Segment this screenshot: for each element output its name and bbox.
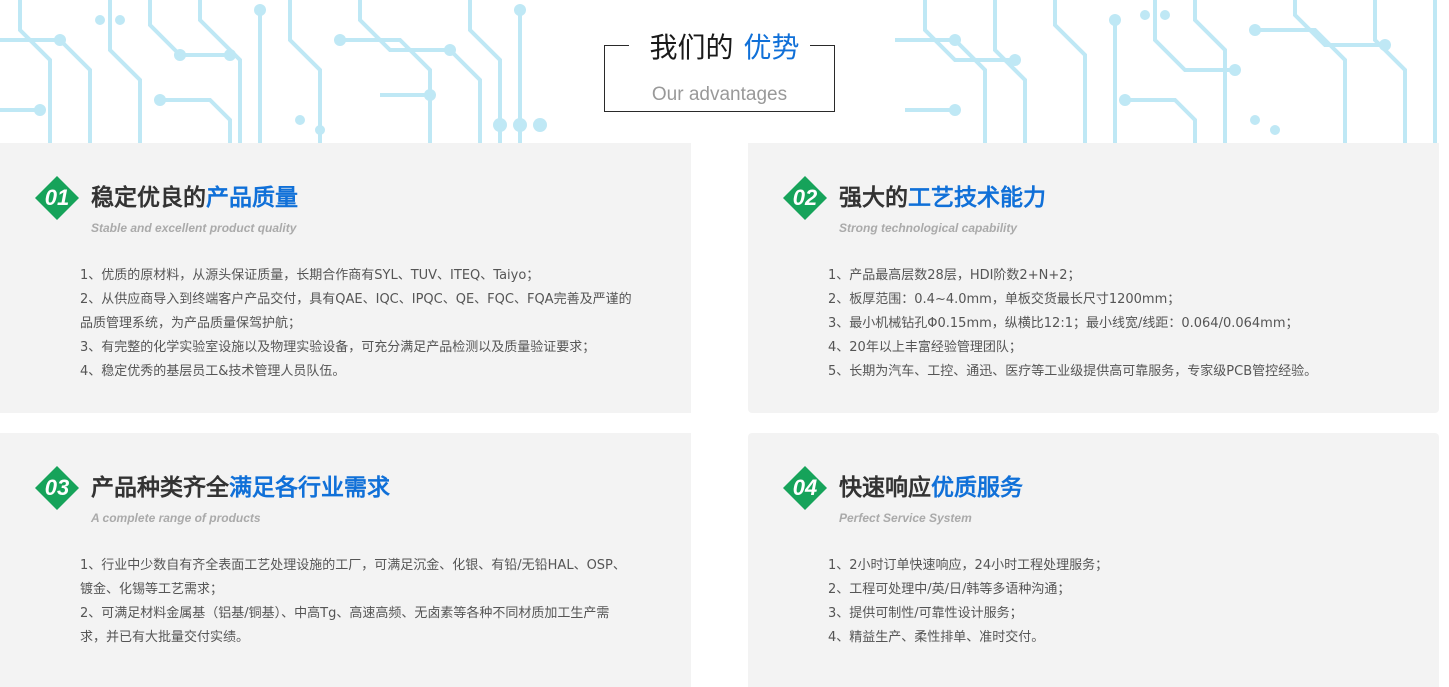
list-item: 4、20年以上丰富经验管理团队；: [828, 340, 1022, 355]
section-title-prefix: 我们的: [639, 31, 744, 64]
card-title: 强大的工艺技术能力: [839, 183, 1046, 213]
list-item: 2、从供应商导入到终端客户产品交付，具有QAE、IQC、IPQC、QE、FQC、…: [80, 292, 632, 307]
circuit-pattern-left: [0, 0, 547, 145]
list-item: 4、稳定优秀的基层员工&技术管理人员队伍。: [80, 364, 346, 379]
card-subtitle: A complete range of products: [91, 511, 261, 525]
badge-number: 02: [792, 185, 818, 210]
card-item-list: 1、行业中少数自有齐全表面工艺处理设施的工厂，可满足沉金、化银、有铅/无铅HAL…: [80, 554, 680, 650]
number-badge: 03: [35, 466, 79, 510]
card-subtitle: Strong technological capability: [839, 221, 1018, 235]
card-title-text: 强大的: [839, 185, 908, 211]
card-subtitle: Stable and excellent product quality: [91, 221, 297, 235]
list-item: 1、2小时订单快速响应，24小时工程处理服务；: [828, 558, 1109, 573]
advantage-card-product-range: 03 产品种类齐全满足各行业需求 A complete range of pro…: [0, 433, 691, 687]
badge-number: 03: [44, 475, 70, 500]
card-title-highlight: 优质服务: [931, 475, 1023, 501]
circuit-pattern-right: [895, 0, 1437, 145]
list-item: 镀金、化锡等工艺需求；: [80, 582, 224, 597]
card-title-highlight: 产品质量: [206, 185, 298, 211]
card-title-highlight: 满足各行业需求: [229, 475, 390, 501]
list-item: 求，并已有大批量交付实绩。: [80, 630, 250, 645]
card-title-text: 产品种类齐全: [91, 475, 229, 501]
advantage-card-technology: 02 强大的工艺技术能力 Strong technological capabi…: [748, 143, 1439, 413]
number-badge: 04: [783, 466, 827, 510]
section-subtitle: Our advantages: [651, 84, 788, 105]
advantage-card-quality: 01 稳定优良的产品质量 Stable and excellent produc…: [0, 143, 691, 413]
list-item: 2、工程可处理中/英/日/韩等多语种沟通；: [828, 582, 1071, 597]
list-item: 2、可满足材料金属基（铝基/铜基）、中高Tg、高速高频、无卤素等各种不同材质加工…: [80, 606, 610, 621]
card-title-text: 稳定优良的: [91, 185, 206, 211]
card-title-highlight: 工艺技术能力: [908, 185, 1046, 211]
list-item: 品质管理系统，为产品质量保驾护航；: [80, 316, 302, 331]
card-title: 快速响应优质服务: [839, 473, 1023, 503]
list-item: 1、行业中少数自有齐全表面工艺处理设施的工厂，可满足沉金、化银、有铅/无铅HAL…: [80, 558, 626, 573]
section-title-highlight: 优势: [743, 31, 800, 64]
list-item: 1、优质的原材料，从源头保证质量，长期合作商有SYL、TUV、ITEQ、Taiy…: [80, 268, 540, 283]
section-title: 我们的 优势: [605, 30, 834, 66]
badge-number: 04: [792, 475, 818, 500]
card-title: 产品种类齐全满足各行业需求: [91, 473, 390, 503]
number-badge: 01: [35, 176, 79, 220]
list-item: 3、提供可制性/可靠性设计服务；: [828, 606, 1023, 621]
card-title: 稳定优良的产品质量: [91, 183, 298, 213]
section-heading-box: 我们的 优势 Our advantages: [604, 31, 835, 112]
card-item-list: 1、2小时订单快速响应，24小时工程处理服务； 2、工程可处理中/英/日/韩等多…: [828, 554, 1428, 650]
card-item-list: 1、优质的原材料，从源头保证质量，长期合作商有SYL、TUV、ITEQ、Taiy…: [80, 264, 680, 384]
list-item: 3、最小机械钻孔Φ0.15mm，纵横比12:1；最小线宽/线距：0.064/0.…: [828, 316, 1299, 331]
list-item: 1、产品最高层数28层，HDI阶数2+N+2；: [828, 268, 1081, 283]
list-item: 4、精益生产、柔性排单、准时交付。: [828, 630, 1045, 645]
card-title-text: 快速响应: [839, 475, 931, 501]
list-item: 2、板厚范围：0.4~4.0mm，单板交货最长尺寸1200mm；: [828, 292, 1181, 307]
card-item-list: 1、产品最高层数28层，HDI阶数2+N+2； 2、板厚范围：0.4~4.0mm…: [828, 264, 1428, 384]
badge-number: 01: [44, 185, 70, 210]
card-subtitle: Perfect Service System: [839, 511, 972, 525]
list-item: 3、有完整的化学实验室设施以及物理实验设备，可充分满足产品检测以及质量验证要求；: [80, 340, 596, 355]
list-item: 5、长期为汽车、工控、通迅、医疗等工业级提供高可靠服务，专家级PCB管控经验。: [828, 364, 1318, 379]
number-badge: 02: [783, 176, 827, 220]
advantage-card-service: 04 快速响应优质服务 Perfect Service System 1、2小时…: [748, 433, 1439, 687]
